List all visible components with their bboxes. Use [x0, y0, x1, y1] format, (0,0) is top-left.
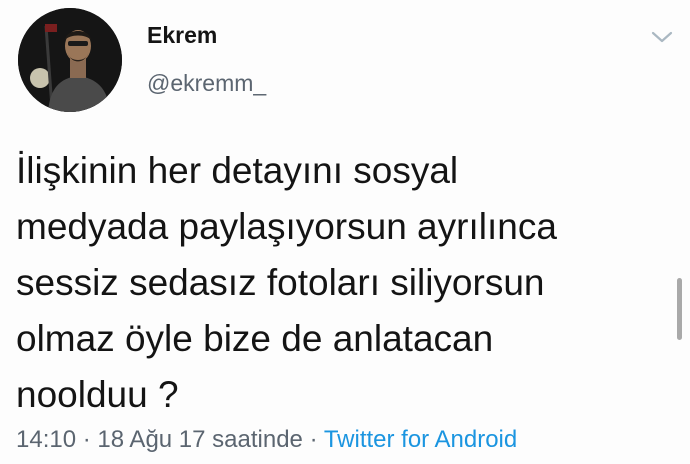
meta-separator-2: ·	[302, 426, 324, 453]
tweet-date[interactable]: 18 Ağu 17 saatinde	[97, 426, 303, 453]
scrollbar[interactable]	[677, 278, 682, 340]
avatar[interactable]	[18, 8, 122, 112]
meta-separator: ·	[76, 426, 98, 453]
display-name[interactable]: Ekrem	[147, 22, 217, 49]
user-handle[interactable]: @ekremm_	[147, 70, 266, 97]
tweet-meta: 14:10 · 18 Ağu 17 saatinde · Twitter for…	[16, 426, 517, 454]
chevron-down-icon[interactable]	[649, 28, 675, 46]
tweet-time[interactable]: 14:10	[16, 426, 76, 453]
tweet-text: İlişkinin her detayını sosyal medyada pa…	[16, 150, 557, 415]
avatar-photo	[18, 8, 122, 112]
tweet-source-link[interactable]: Twitter for Android	[324, 426, 517, 453]
tweet-card: Ekrem @ekremm_ İlişkinin her detayını so…	[0, 0, 690, 464]
